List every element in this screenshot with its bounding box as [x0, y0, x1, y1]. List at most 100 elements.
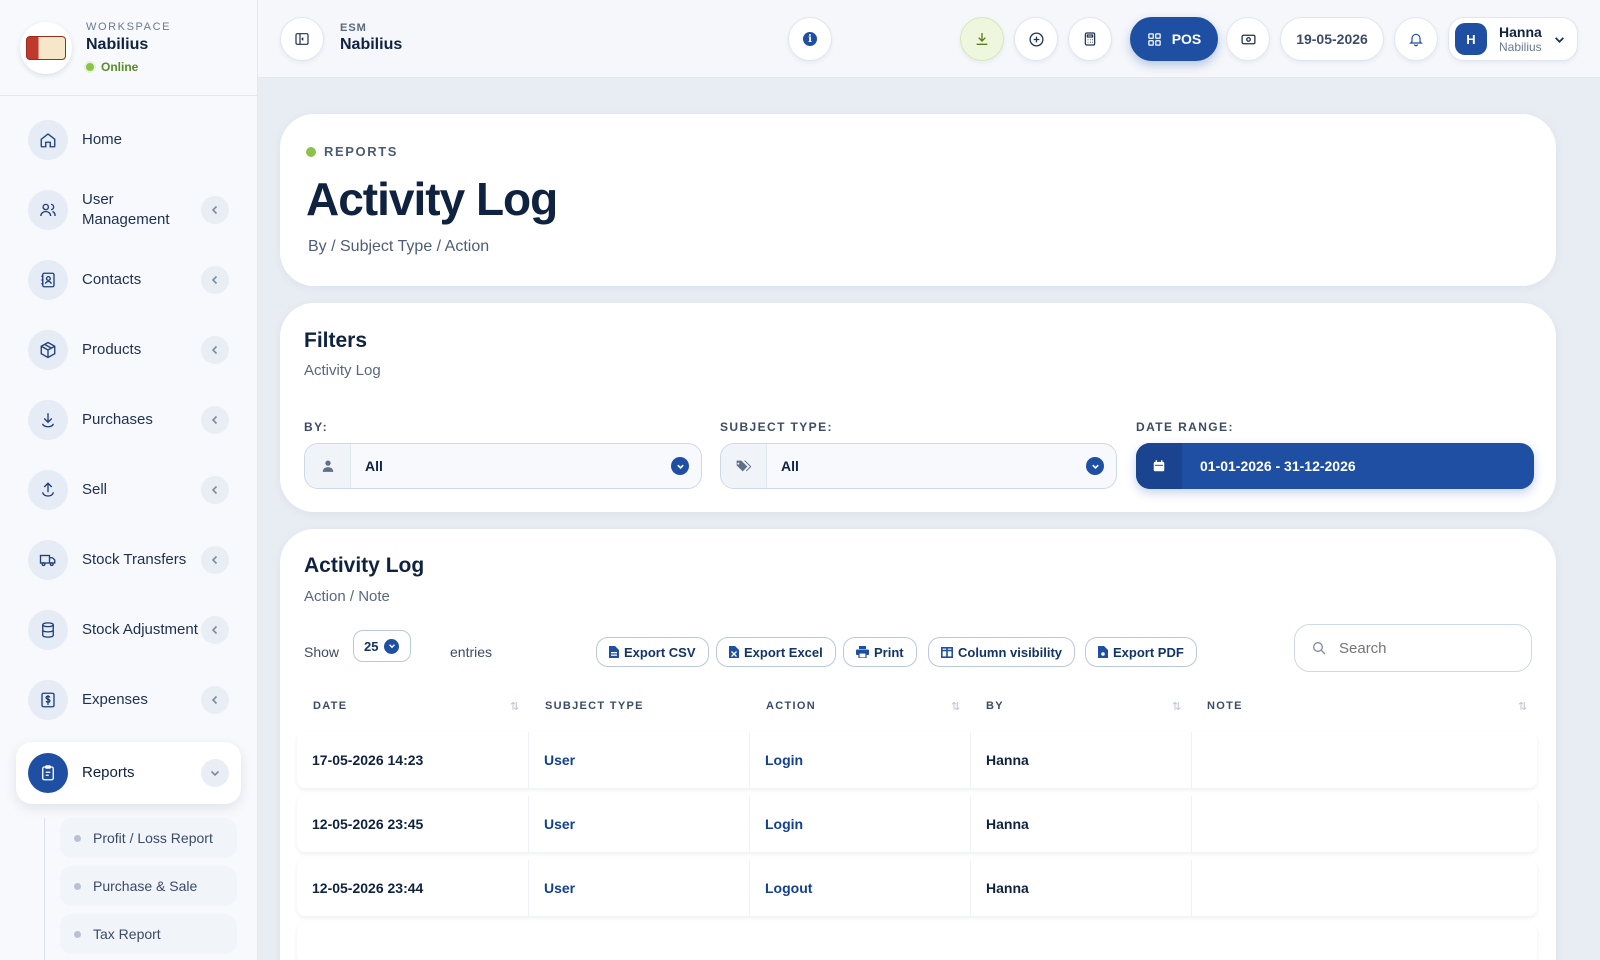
truck-icon — [28, 540, 68, 580]
cell-note — [1192, 732, 1537, 788]
col-header-by[interactable]: BY — [986, 700, 1004, 712]
col-header-note[interactable]: NOTE — [1207, 700, 1243, 712]
sidebar-item-label: Sell — [82, 481, 108, 498]
sidebar-item-label: Reports — [82, 764, 135, 781]
subitem-label: Tax Report — [93, 926, 161, 942]
cell-subject-type: User — [529, 796, 750, 852]
workspace-logo — [20, 21, 72, 74]
sort-icon[interactable]: ⇅ — [1172, 700, 1181, 713]
chevron-left-icon[interactable] — [201, 266, 229, 294]
status-label: Online — [101, 60, 139, 74]
user-name: Hanna — [1499, 24, 1542, 40]
cell-note — [1192, 860, 1537, 916]
sidebar-toggle-button[interactable] — [280, 17, 324, 61]
user-org: Nabilius — [1499, 40, 1542, 54]
sort-icon[interactable]: ⇅ — [1518, 700, 1527, 713]
download-icon — [976, 33, 988, 45]
add-button[interactable] — [1014, 17, 1058, 61]
sidebar-item-label: Contacts — [82, 271, 142, 288]
clipboard-icon — [28, 753, 68, 793]
topbar: ESM Nabilius i POS 19-05-2026 H Hanna Na… — [258, 0, 1600, 78]
chevron-down-icon — [1555, 37, 1564, 43]
col-header-action[interactable]: ACTION — [766, 700, 816, 712]
activity-table: DATE ⇅ SUBJECT TYPE ACTION ⇅ BY ⇅ NOTE ⇅… — [280, 78, 1556, 960]
date-display[interactable]: 19-05-2026 — [1280, 17, 1384, 61]
topbar-brand: ESM Nabilius — [340, 22, 402, 54]
sidebar-item-contacts[interactable]: Contacts — [16, 252, 241, 308]
col-header-subject-type[interactable]: SUBJECT TYPE — [545, 700, 644, 712]
table-row[interactable]: 12-05-2026 23:44 User Logout Hanna — [297, 860, 1537, 916]
user-info: Hanna Nabilius — [1499, 24, 1542, 54]
main-content: REPORTS Activity Log By / Subject Type /… — [258, 78, 1600, 960]
plus-circle-icon — [1028, 31, 1044, 47]
topbar-title: Nabilius — [340, 36, 403, 53]
pos-button[interactable]: POS — [1130, 17, 1218, 61]
cell-action: Login — [750, 732, 971, 788]
sidebar-item-user-management[interactable]: User Management — [16, 182, 241, 238]
calculator-button[interactable] — [1068, 17, 1112, 61]
cell-subject-type: User — [529, 860, 750, 916]
download-icon — [28, 400, 68, 440]
chevron-left-icon[interactable] — [201, 616, 229, 644]
cell-date: 12-05-2026 23:44 — [297, 860, 529, 916]
sort-icon[interactable]: ⇅ — [951, 700, 960, 713]
chevron-left-icon[interactable] — [201, 336, 229, 364]
sidebar-item-label: User Management — [82, 191, 170, 228]
table-row[interactable] — [297, 924, 1537, 960]
bullet-icon — [74, 834, 81, 842]
sort-icon[interactable]: ⇅ — [510, 700, 519, 713]
box-icon — [28, 330, 68, 370]
sidebar-item-label: Stock Transfers — [82, 551, 187, 568]
avatar: H — [1455, 23, 1487, 55]
online-dot-icon — [86, 63, 94, 71]
info-button[interactable]: i — [788, 17, 832, 61]
sidebar-item-stock-transfers[interactable]: Stock Transfers — [16, 532, 241, 588]
sidebar-item-home[interactable]: Home — [16, 112, 241, 168]
sidebar-subitem-profit-loss[interactable]: Profit / Loss Report — [60, 818, 237, 858]
download-button[interactable] — [960, 17, 1004, 61]
bullet-icon — [74, 882, 81, 890]
cell-action: Logout — [750, 860, 971, 916]
users-icon — [28, 190, 68, 230]
sidebar-item-label: Expenses — [82, 691, 148, 708]
calculator-icon — [1084, 32, 1096, 46]
sidebar-subitem-tax-report[interactable]: Tax Report — [60, 914, 237, 954]
table-row[interactable]: 17-05-2026 14:23 User Login Hanna — [297, 732, 1537, 788]
cell-note — [1192, 796, 1537, 852]
sidebar-item-label: Products — [82, 341, 142, 358]
sidebar-item-label: Home — [82, 131, 123, 148]
sidebar-item-expenses[interactable]: Expenses — [16, 672, 241, 728]
chevron-left-icon[interactable] — [201, 476, 229, 504]
table-row[interactable]: 12-05-2026 23:45 User Login Hanna — [297, 796, 1537, 852]
date-label: 19-05-2026 — [1296, 31, 1368, 47]
sidebar-subitem-purchase-sale[interactable]: Purchase & Sale — [60, 866, 237, 906]
sidebar-item-sell[interactable]: Sell — [16, 462, 241, 518]
chevron-left-icon[interactable] — [201, 546, 229, 574]
user-menu[interactable]: H Hanna Nabilius — [1448, 17, 1578, 61]
cell-subject-type: User — [529, 732, 750, 788]
col-header-date[interactable]: DATE — [313, 700, 347, 712]
sidebar-item-stock-adjustment[interactable]: Stock Adjustment — [16, 602, 241, 658]
sidebar-nav: Home User Management Contacts Products P… — [0, 96, 257, 960]
sidebar-item-purchases[interactable]: Purchases — [16, 392, 241, 448]
cash-icon — [1240, 34, 1256, 44]
workspace-name: Nabilius — [86, 36, 149, 53]
activity-log-card: Activity Log Action / Note Show 25 entri… — [280, 529, 1556, 960]
home-icon — [28, 120, 68, 160]
cell-action: Login — [750, 796, 971, 852]
chevron-left-icon[interactable] — [201, 406, 229, 434]
workspace-kicker: WORKSPACE — [86, 21, 172, 33]
chevron-left-icon[interactable] — [201, 196, 229, 224]
sidebar-item-label: Purchases — [82, 411, 153, 428]
grid-icon — [1147, 32, 1161, 46]
sidebar-item-reports[interactable]: Reports — [16, 742, 241, 804]
chevron-down-icon[interactable] — [201, 759, 229, 787]
subitem-label: Purchase & Sale — [93, 878, 198, 894]
cash-button[interactable] — [1226, 17, 1270, 61]
bullet-icon — [74, 930, 81, 938]
pos-label: POS — [1171, 31, 1202, 47]
chevron-left-icon[interactable] — [201, 686, 229, 714]
notifications-button[interactable] — [1394, 17, 1438, 61]
cell-by: Hanna — [971, 860, 1192, 916]
sidebar-item-products[interactable]: Products — [16, 322, 241, 378]
